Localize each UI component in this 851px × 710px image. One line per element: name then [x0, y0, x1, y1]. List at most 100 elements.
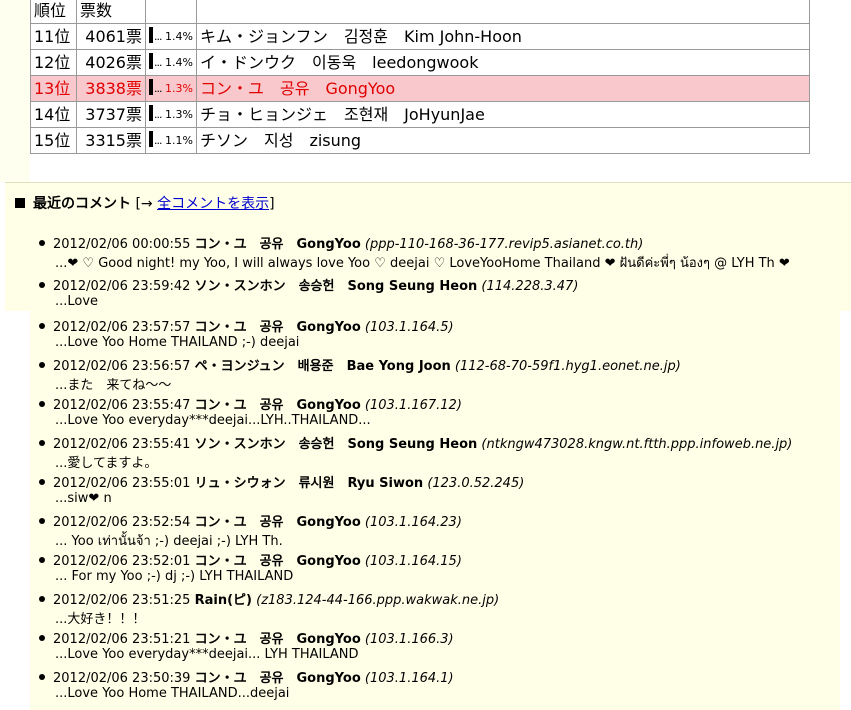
name-cell[interactable]: キム・ジョンフン 김정훈 Kim John-Hoon: [196, 23, 810, 50]
name-cell[interactable]: コン・ユ 공유 GongYoo: [196, 75, 810, 102]
comment-host: (103.1.166.3): [364, 632, 454, 647]
comment-text: ... For my Yoo ;-) dj ;-) LYH THAILAND: [55, 569, 294, 584]
name-cell[interactable]: チョ・ヒョンジェ 조현재 JoHyunJae: [196, 101, 810, 128]
comment-target-name[interactable]: ソン・スンホン 송승헌 Song Seung Heon: [195, 279, 478, 294]
comment-text: ...また 来てね～～: [55, 378, 172, 393]
recent-comments-header: 最近のコメント [→ 全コメントを表示]: [15, 193, 275, 213]
comment-time: 2012/02/06 00:00:55: [53, 237, 191, 252]
bullet-icon: [39, 362, 45, 368]
bar-column-header: [145, 0, 197, 24]
percent-label: 1.1%: [165, 134, 193, 147]
bullet-icon: [39, 401, 45, 407]
bullet-icon: [39, 440, 45, 446]
comment-target-name[interactable]: コン・ユ 공유 GongYoo: [195, 554, 361, 569]
comment-time: 2012/02/06 23:55:01: [53, 476, 191, 491]
votes-cell: 3315票: [76, 127, 146, 154]
name-cell[interactable]: イ・ドンウク 이동욱 leedongwook: [196, 49, 810, 76]
comment-target-name[interactable]: コン・ユ 공유 GongYoo: [195, 398, 361, 413]
comment-host: (114.228.3.47): [481, 279, 579, 294]
vote-bar-icon: [149, 79, 153, 95]
ranking-section: 順位 票数 11位 4061票 ... 1.4% キム・ジョンフン 김정훈 Ki…: [0, 0, 851, 182]
comment-time: 2012/02/06 23:52:54: [53, 515, 191, 530]
ranking-row: 15位 3315票 ... 1.1% チソン 지성 zisung: [30, 127, 810, 154]
divider: [5, 182, 851, 183]
recent-comments-continued: 2012/02/06 23:57:57 コン・ユ 공유 GongYoo (103…: [30, 311, 840, 710]
ranking-row-highlighted: 13位 3838票 ... 1.3% コン・ユ 공유 GongYoo: [30, 75, 810, 102]
comment-target-name[interactable]: コン・ユ 공유 GongYoo: [195, 237, 361, 252]
bar-cell: ... 1.4%: [145, 23, 197, 50]
bullet-icon: [39, 479, 45, 485]
comment-time: 2012/02/06 23:56:57: [53, 359, 191, 374]
comment-host: (112-68-70-59f1.hyg1.eonet.ne.jp): [454, 359, 681, 374]
square-bullet-icon: [15, 198, 25, 208]
bullet-icon: [39, 557, 45, 563]
percent-label: 1.4%: [165, 30, 193, 43]
comment-target-name[interactable]: コン・ユ 공유 GongYoo: [195, 632, 361, 647]
name-column-header: [196, 0, 810, 24]
votes-cell: 3838票: [76, 75, 146, 102]
bullet-icon: [39, 282, 45, 288]
ranking-header-row: 順位 票数: [30, 0, 810, 24]
comment-time: 2012/02/06 23:51:25: [53, 593, 191, 608]
bar-cell: ... 1.3%: [145, 75, 197, 102]
link-prefix: [→: [131, 196, 158, 212]
comment-time: 2012/02/06 23:50:39: [53, 671, 191, 686]
comment-target-name[interactable]: コン・ユ 공유 GongYoo: [195, 671, 361, 686]
link-suffix: ]: [269, 196, 275, 212]
rank-cell: 15位: [30, 127, 77, 154]
rank-column-header: 順位: [30, 0, 77, 24]
bar-cell: ... 1.3%: [145, 101, 197, 128]
comment-time: 2012/02/06 23:57:57: [53, 320, 191, 335]
page-margin: [0, 311, 30, 710]
show-all-comments-link[interactable]: 全コメントを表示: [157, 196, 269, 212]
comment-host: (z183.124-44-166.ppp.wakwak.ne.jp): [256, 593, 500, 608]
votes-cell: 4061票: [76, 23, 146, 50]
comment-text: ...Love Yoo everyday***deejai...LYH..THA…: [55, 413, 371, 428]
vote-bar-icon: [149, 53, 153, 69]
comment-target-name[interactable]: コン・ユ 공유 GongYoo: [195, 320, 361, 335]
bullet-icon: [39, 635, 45, 641]
comment-time: 2012/02/06 23:59:42: [53, 279, 191, 294]
rank-cell: 12位: [30, 49, 77, 76]
comment-text: ...Love Yoo Home THAILAND...deejai: [55, 686, 290, 701]
votes-cell: 4026票: [76, 49, 146, 76]
comment-target-name[interactable]: ペ・ヨンジュン 배용준 Bae Yong Joon: [195, 359, 451, 374]
comment-target-name[interactable]: ソン・スンホン 송승헌 Song Seung Heon: [195, 437, 478, 452]
percent-label: 1.3%: [165, 82, 193, 95]
bullet-icon: [39, 674, 45, 680]
comment-text: ... Yoo เท่านั้นจ้า ;-) deejai ;-) LYH T…: [55, 534, 283, 549]
comment-host: (ppp-110-168-36-177.revip5.asianet.co.th…: [364, 237, 644, 252]
comment-host: (103.1.164.23): [364, 515, 462, 530]
bullet-icon: [39, 596, 45, 602]
comment-text: ...Love Yoo Home THAILAND ;-) deejai: [55, 335, 300, 350]
comment-text: ...siw❤ n: [55, 491, 112, 506]
vote-bar-icon: [149, 131, 153, 147]
votes-column-header: 票数: [76, 0, 146, 24]
rank-cell: 11位: [30, 23, 77, 50]
left-strip: [0, 0, 30, 182]
name-cell[interactable]: チソン 지성 zisung: [196, 127, 810, 154]
comment-target-name[interactable]: Rain(ピ): [195, 593, 252, 608]
percent-label: 1.3%: [165, 108, 193, 121]
percent-label: 1.4%: [165, 56, 193, 69]
comment-host: (103.1.164.5): [364, 320, 454, 335]
page-margin-right: [840, 311, 851, 710]
ranking-row: 12位 4026票 ... 1.4% イ・ドンウク 이동욱 leedongwoo…: [30, 49, 810, 76]
ranking-row: 11位 4061票 ... 1.4% キム・ジョンフン 김정훈 Kim John…: [30, 23, 810, 50]
comment-host: (103.1.164.15): [364, 554, 462, 569]
comment-host: (103.1.167.12): [364, 398, 462, 413]
comment-text: ...愛してますよ。: [55, 456, 158, 471]
votes-cell: 3737票: [76, 101, 146, 128]
bullet-icon: [39, 240, 45, 246]
comment-text: ...Love: [55, 294, 99, 309]
rank-cell: 14位: [30, 101, 77, 128]
comment-host: (103.1.164.1): [364, 671, 454, 686]
comment-host: (ntkngw473028.kngw.nt.ftth.ppp.infoweb.n…: [481, 437, 793, 452]
comment-time: 2012/02/06 23:52:01: [53, 554, 191, 569]
comment-time: 2012/02/06 23:55:47: [53, 398, 191, 413]
comment-target-name[interactable]: リュ・シウォン 류시원 Ryu Siwon: [195, 476, 424, 491]
comment-target-name[interactable]: コン・ユ 공유 GongYoo: [195, 515, 361, 530]
comment-text: ...Love Yoo everyday***deejai... LYH THA…: [55, 647, 359, 662]
comment-time: 2012/02/06 23:51:21: [53, 632, 191, 647]
recent-comments-title: 最近のコメント: [33, 196, 131, 212]
